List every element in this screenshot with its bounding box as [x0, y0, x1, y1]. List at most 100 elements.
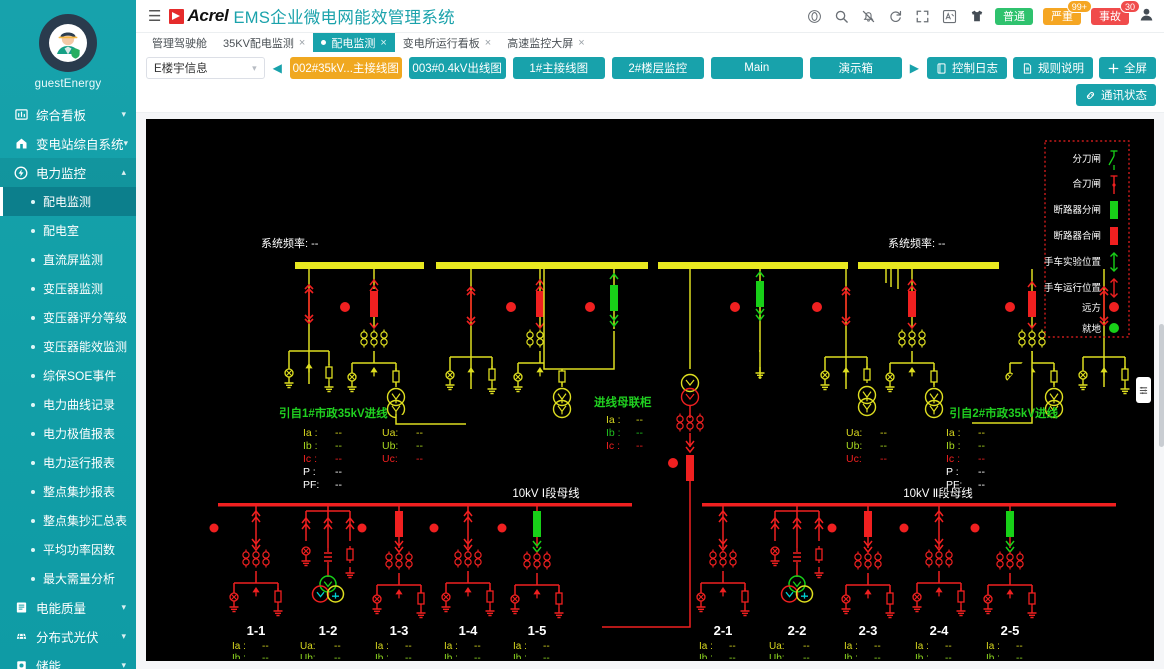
status-badge-severe[interactable]: 严重 99+ [1043, 0, 1092, 25]
status-badge-label: 事故 [1099, 11, 1121, 23]
toolbar-actions: 控制日志 规则说明 全屏 [927, 57, 1156, 79]
page-button-2-floor[interactable]: 2#楼层监控 [611, 57, 704, 79]
meas-Ib: Ib : [606, 427, 621, 439]
page-button-label: 1#主接线图 [529, 63, 589, 75]
fullscreen-icon[interactable] [914, 8, 931, 25]
close-icon[interactable]: × [299, 37, 305, 49]
sidebar-item-电力曲线记录[interactable]: 电力曲线记录 [0, 390, 136, 419]
sidebar-item-变压器能效监测[interactable]: 变压器能效监测 [0, 332, 136, 361]
close-icon[interactable]: × [380, 37, 386, 49]
page-button-1-main[interactable]: 1#主接线图 [512, 57, 605, 79]
sidebar-group-dashboard[interactable]: 综合看板 ▾ [0, 100, 136, 129]
sidebar-item-整点集抄报表[interactable]: 整点集抄报表 [0, 477, 136, 506]
tab-35KV配电监测[interactable]: 35KV配电监测 × [215, 33, 313, 52]
fullscreen-button[interactable]: 全屏 [1099, 57, 1156, 79]
comm-status-button[interactable]: 通讯状态 [1076, 84, 1156, 106]
feeder-bay-1-5[interactable] [497, 506, 565, 619]
feeder-value: -- [474, 653, 481, 659]
tab-配电监测[interactable]: 配电监测 × [313, 33, 395, 52]
indicator-dot [506, 302, 516, 312]
control-log-button[interactable]: 控制日志 [927, 57, 1007, 79]
close-icon[interactable]: × [485, 37, 491, 49]
feeder-name: 2-1 [714, 623, 733, 638]
hamburger-icon[interactable]: ☰ [146, 9, 169, 24]
solar-icon [12, 630, 30, 643]
sidebar-group-storage[interactable]: 储能 ▾ [0, 651, 136, 669]
translate-icon[interactable] [941, 8, 958, 25]
sld-canvas[interactable]: 系统频率: -- 系统频率: -- 引自1#市政35kV进线 Ia: -- I… [146, 119, 1154, 661]
meas-Ua-value: -- [880, 427, 887, 439]
feeder-value: -- [262, 641, 269, 652]
feeder-bay-2-4[interactable] [899, 506, 967, 617]
building-select[interactable]: E楼宇信息 ▾ [146, 57, 265, 79]
sidebar-group-power-monitoring[interactable]: 电力监控 ▴ [0, 158, 136, 187]
tab-变电所运行看板[interactable]: 变电所运行看板 × [395, 33, 499, 52]
bell-muted-icon[interactable] [860, 8, 877, 25]
theme-shirt-icon[interactable] [968, 8, 985, 25]
page-button-label: 002#35kV...主接线图 [292, 63, 399, 75]
bay-c-tie[interactable] [543, 269, 619, 370]
page-button-demo[interactable]: 演示箱 [809, 57, 902, 79]
voltage-right-panel: Ua: -- Ub: -- Uc: -- [846, 427, 887, 465]
plus-icon [1108, 63, 1119, 73]
sidebar-group-label: 变电站综自系统 [36, 138, 124, 152]
tab-label: 35KV配电监测 [223, 37, 294, 50]
meas-Ub: Ub: [846, 440, 862, 452]
feeder-bay-2-2[interactable] [769, 506, 825, 603]
bay-f2[interactable] [884, 269, 944, 419]
feeder-bay-1-2[interactable] [300, 506, 356, 603]
feeder-bay-1-3[interactable] [357, 506, 427, 619]
meas-P: P : [303, 466, 316, 478]
rules-button[interactable]: 规则说明 [1013, 57, 1093, 79]
sidebar-item-变压器监测[interactable]: 变压器监测 [0, 274, 136, 303]
feeder-label-1-1: 1-1 Ia :-- Ib :-- Ic :-- P :-- PF:-- [232, 623, 269, 659]
page-button-002[interactable]: 002#35kV...主接线图 [289, 57, 402, 79]
sidebar-item-最大需量分析[interactable]: 最大需量分析 [0, 564, 136, 593]
sidebar-item-电力极值报表[interactable]: 电力极值报表 [0, 419, 136, 448]
tab-管理驾驶舱[interactable]: 管理驾驶舱 [144, 33, 215, 52]
bay-b1[interactable] [444, 269, 517, 395]
local-dot-icon [1109, 323, 1119, 333]
bay-e[interactable] [730, 269, 766, 379]
feeder-bay-2-3[interactable] [827, 506, 896, 619]
page-button-main[interactable]: Main [710, 57, 803, 79]
sidebar-item-变压器评分等级[interactable]: 变压器评分等级 [0, 303, 136, 332]
panel-toggle-icon[interactable] [1136, 377, 1151, 403]
next-page-button[interactable]: ▶ [909, 62, 920, 74]
prev-page-button[interactable]: ◀ [272, 62, 283, 74]
feeder-bay-1-1[interactable] [209, 506, 284, 617]
sidebar-item-整点集抄汇总表[interactable]: 整点集抄汇总表 [0, 506, 136, 535]
page-button-003[interactable]: 003#0.4kV出线图 [408, 57, 506, 79]
open-knife-switch-icon [1108, 150, 1118, 170]
bay-d-bus-tie[interactable] [668, 269, 704, 501]
sidebar-group-pv[interactable]: 分布式光伏 ▾ [0, 622, 136, 651]
status-badge-normal[interactable]: 普通 [995, 7, 1033, 25]
close-icon[interactable]: × [578, 37, 584, 49]
status-badge-accident[interactable]: 事故 30 [1091, 0, 1140, 25]
sidebar-item-电力运行报表[interactable]: 电力运行报表 [0, 448, 136, 477]
user-avatar-icon[interactable] [1139, 7, 1154, 26]
sidebar-item-综保SOE事件[interactable]: 综保SOE事件 [0, 361, 136, 390]
sidebar-group-power-quality[interactable]: 电能质量 ▾ [0, 593, 136, 622]
search-icon[interactable] [833, 8, 850, 25]
refresh-icon[interactable] [887, 8, 904, 25]
target-icon[interactable] [806, 8, 823, 25]
sidebar-item-直流屏监测[interactable]: 直流屏监测 [0, 245, 136, 274]
sidebar-item-配电监测[interactable]: 配电监测 [0, 187, 136, 216]
indicator-dot [1005, 302, 1015, 312]
tab-高速监控大屏[interactable]: 高速监控大屏 × [499, 33, 592, 52]
sidebar-item-平均功率因数[interactable]: 平均功率因数 [0, 535, 136, 564]
sidebar-group-substation[interactable]: 变电站综自系统 ▾ [0, 129, 136, 158]
sidebar-item-配电室[interactable]: 配电室 [0, 216, 136, 245]
feeder-bay-1-4[interactable] [429, 506, 496, 617]
feeder-bay-2-1[interactable] [695, 506, 751, 617]
bay-a2[interactable] [346, 269, 467, 425]
feeder-name: 1-2 [319, 623, 338, 638]
svg-text:Ib :: Ib : [444, 653, 458, 659]
feeder-bay-2-5[interactable] [970, 506, 1038, 619]
bay-f1[interactable] [812, 269, 877, 417]
avatar[interactable] [39, 14, 97, 72]
feeder-label-1-5: 1-5 Ia :-- Ib :-- Ic :-- P :-- PF:-- [513, 623, 550, 659]
vertical-scrollbar[interactable] [1159, 324, 1164, 447]
bay-a1[interactable] [283, 269, 351, 393]
